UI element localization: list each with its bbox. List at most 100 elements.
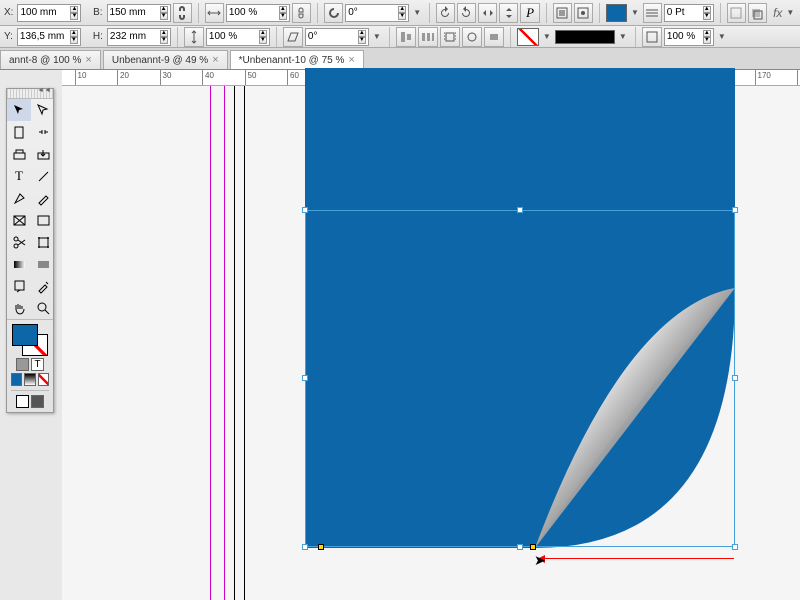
selection-handle[interactable]	[302, 375, 308, 381]
dropdown-icon[interactable]: ▼	[413, 8, 423, 17]
chain-icon[interactable]	[292, 3, 311, 23]
margin-guide	[210, 86, 211, 600]
up-icon[interactable]: ▲	[70, 6, 78, 13]
fill-stroke-proxy[interactable]	[12, 324, 48, 356]
w-label: B:	[93, 7, 102, 18]
tab-doc-1[interactable]: annt-8 @ 100 %×	[0, 50, 101, 69]
page-edge	[244, 86, 245, 600]
rotate-ccw-icon[interactable]	[457, 3, 476, 23]
type-tool[interactable]: T	[7, 165, 31, 187]
control-bar-row1: X: ▲▼ B: ▲▼ ▲▼ ▲▼ ▼ P ▼ ▲▼ fx ▼	[0, 0, 800, 26]
select-container-icon[interactable]	[553, 3, 572, 23]
rotate-field[interactable]: ▲▼	[345, 4, 409, 22]
scale-y-field[interactable]: ▲▼	[206, 28, 270, 46]
paragraph-icon[interactable]: P	[520, 3, 539, 23]
corner-options-icon[interactable]	[642, 27, 662, 47]
selection-handle[interactable]	[517, 544, 523, 550]
wrap2-icon[interactable]	[462, 27, 482, 47]
gradient-swatch-tool[interactable]	[7, 253, 31, 275]
selection-handle[interactable]	[302, 207, 308, 213]
view-mode-normal-icon[interactable]	[16, 395, 29, 408]
note-tool[interactable]	[7, 275, 31, 297]
zoom-tool[interactable]	[31, 297, 55, 319]
selection-handle[interactable]	[732, 375, 738, 381]
opacity-field[interactable]: ▲▼	[664, 28, 714, 46]
margin-guide	[224, 86, 225, 600]
h-label: H:	[93, 31, 103, 42]
x-field[interactable]: ▲▼	[17, 4, 81, 22]
y-field[interactable]: ▲▼	[17, 28, 81, 46]
selection-box	[305, 210, 735, 547]
selection-handle[interactable]	[732, 544, 738, 550]
pencil-tool[interactable]	[31, 187, 55, 209]
align-icon[interactable]	[396, 27, 416, 47]
free-transform-tool[interactable]	[31, 231, 55, 253]
close-icon[interactable]: ×	[348, 54, 354, 66]
flip-horizontal-icon[interactable]	[478, 3, 497, 23]
apply-color-icon[interactable]	[11, 373, 22, 386]
document-canvas[interactable]: ➤	[62, 86, 800, 600]
fx-icon[interactable]: fx	[773, 6, 782, 20]
view-mode-preview-icon[interactable]	[31, 395, 44, 408]
shear-field[interactable]: ▲▼	[305, 28, 369, 46]
wrap3-icon[interactable]	[484, 27, 504, 47]
close-icon[interactable]: ×	[212, 54, 218, 66]
stroke-weight-icon	[643, 3, 662, 23]
cursor-icon: ➤	[534, 552, 546, 569]
select-content-icon[interactable]	[574, 3, 593, 23]
direct-selection-tool[interactable]	[31, 99, 55, 121]
pen-tool[interactable]	[7, 187, 31, 209]
rotate-cw-icon[interactable]	[436, 3, 455, 23]
panel-grip[interactable]	[7, 89, 53, 99]
control-bar-row2: Y: ▲▼ H: ▲▼ ▲▼ ▲▼ ▼ ▼ ▼ ▲▼ ▼	[0, 26, 800, 48]
width-field[interactable]: ▲▼	[107, 4, 171, 22]
x-label: X:	[4, 7, 13, 18]
selection-handle[interactable]	[732, 207, 738, 213]
scissors-tool[interactable]	[7, 231, 31, 253]
line-tool[interactable]	[31, 165, 55, 187]
stroke-style[interactable]	[555, 30, 615, 44]
fill-swatch[interactable]	[606, 4, 627, 22]
fit-frame-icon[interactable]	[727, 3, 746, 23]
content-collector-tool[interactable]	[7, 143, 31, 165]
selection-tool[interactable]	[7, 99, 31, 121]
gradient-feather-tool[interactable]	[31, 253, 55, 275]
apply-gradient-icon[interactable]	[24, 373, 35, 386]
anchor-point[interactable]	[318, 544, 324, 550]
eyedropper-tool[interactable]	[31, 275, 55, 297]
distribute-icon[interactable]	[418, 27, 438, 47]
rectangle-frame-tool[interactable]	[7, 209, 31, 231]
selection-handle[interactable]	[302, 544, 308, 550]
scale-y-icon	[184, 27, 204, 47]
page-tool[interactable]	[7, 121, 31, 143]
tools-panel[interactable]: T T	[6, 88, 54, 413]
formatting-container-icon[interactable]	[16, 358, 29, 371]
wrap-icon[interactable]	[440, 27, 460, 47]
page-edge	[234, 86, 235, 600]
gap-tool[interactable]	[31, 121, 55, 143]
rectangle-tool[interactable]	[31, 209, 55, 231]
annotation-arrow	[539, 558, 734, 559]
y-label: Y:	[4, 31, 13, 42]
apply-none-icon[interactable]	[38, 373, 49, 386]
shear-icon	[283, 27, 303, 47]
hand-tool[interactable]	[7, 297, 31, 319]
selection-handle[interactable]	[517, 207, 523, 213]
anchor-point[interactable]	[530, 544, 536, 550]
flip-vertical-icon[interactable]	[499, 3, 518, 23]
tab-doc-3[interactable]: *Unbenannt-10 @ 75 %×	[230, 50, 364, 69]
formatting-text-icon[interactable]: T	[31, 358, 44, 371]
dropdown-icon[interactable]: ▼	[631, 8, 641, 17]
close-icon[interactable]: ×	[85, 54, 91, 66]
down-icon[interactable]: ▼	[70, 13, 78, 20]
tab-doc-2[interactable]: Unbenannt-9 @ 49 %×	[103, 50, 228, 69]
rotate-icon	[324, 3, 343, 23]
content-placer-tool[interactable]	[31, 143, 55, 165]
stroke-field[interactable]: ▲▼	[664, 4, 714, 22]
stroke-swatch[interactable]	[517, 28, 539, 46]
height-field[interactable]: ▲▼	[107, 28, 171, 46]
constrain-proportions-icon[interactable]	[173, 3, 192, 23]
fill-color-box[interactable]	[12, 324, 38, 346]
scale-x-field[interactable]: ▲▼	[226, 4, 290, 22]
effects-icon[interactable]	[748, 3, 767, 23]
